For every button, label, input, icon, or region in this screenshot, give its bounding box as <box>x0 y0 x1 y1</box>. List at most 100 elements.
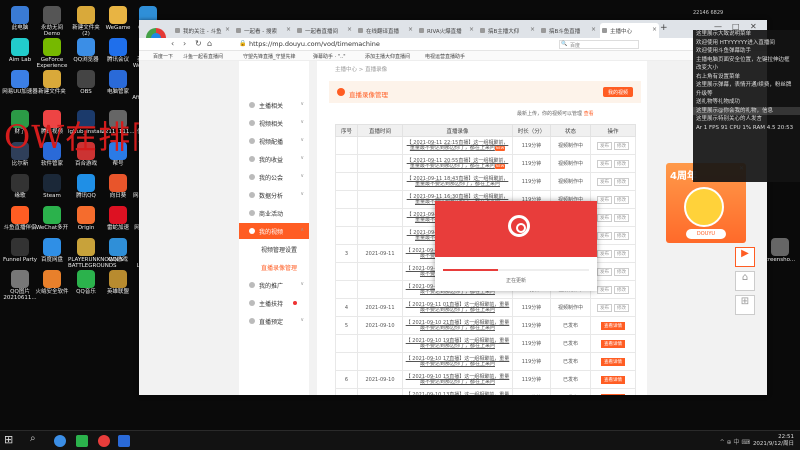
browser-tab[interactable]: RIVA火爆直播 × <box>417 23 476 38</box>
row-action-button[interactable]: 查看详情 <box>601 393 625 395</box>
browser-tab[interactable]: 搞B主播大仰 × <box>478 23 537 38</box>
search-icon[interactable]: ⌕ <box>30 433 42 445</box>
row-action-button[interactable]: 发布 <box>597 177 612 186</box>
row-action-button[interactable]: 查看详情 <box>601 357 625 366</box>
ad-button[interactable]: DOUYU <box>686 229 726 239</box>
vod-title-link[interactable]: 【 2021-09-11 20:55直播】这一组相聚前，重量最不要达到那边你了，… <box>407 158 509 169</box>
sidebar-item[interactable]: 直播录像管理 <box>239 259 309 275</box>
play-float-icon[interactable]: ▶ <box>735 247 755 267</box>
info-link[interactable]: 查看 <box>584 111 594 117</box>
forward-icon[interactable]: › <box>183 39 186 48</box>
vod-title-link[interactable]: 【 2021-09-10 17直播】这一组相聚前，重量最不要达到那边你了，都在上… <box>406 356 510 367</box>
sidebar-item[interactable]: 直播预定 ∨ <box>239 313 309 329</box>
search-box[interactable]: 百度 <box>559 40 639 49</box>
row-action-button[interactable]: 修改 <box>614 195 629 204</box>
row-action-button[interactable]: 查看详情 <box>601 375 625 384</box>
bookmark-item[interactable]: 弹幕助手 · ".." <box>313 53 346 60</box>
desktop-icon[interactable]: QQ图片20210611... <box>2 270 38 301</box>
tab-close-icon[interactable]: × <box>530 26 535 33</box>
url-field[interactable]: https://mp.douyu.com/vod/timemachine <box>249 40 380 48</box>
desktop-icon[interactable]: 缘歌 <box>2 174 38 199</box>
browser-tab[interactable]: 一起看 - 搜索 × <box>234 23 293 38</box>
desktop-icon[interactable]: Funnel Party <box>2 238 38 263</box>
row-action-button[interactable]: 修改 <box>614 303 629 312</box>
vod-title-link[interactable]: 【 2021-09-10 15直播】这一组相聚前，重量最不要达到那边你了，都在上… <box>406 374 510 385</box>
desktop-icon[interactable]: 斗鱼直播伴侣 <box>2 206 38 231</box>
desktop-icon[interactable]: 永劫无间 Demo <box>34 6 70 37</box>
tab-close-icon[interactable]: × <box>286 26 291 33</box>
row-action-button[interactable]: 发布 <box>597 249 612 258</box>
vod-title-link[interactable]: 【 2021-09-11 01直播】这一组相聚前，重量最不要达到那边你了，都在上… <box>406 302 510 313</box>
row-action-button[interactable]: 修改 <box>614 141 629 150</box>
windows-start-icon[interactable]: ⊞ <box>4 433 18 446</box>
tab-close-icon[interactable]: × <box>347 26 352 33</box>
row-action-button[interactable]: 修改 <box>614 267 629 276</box>
desktop-icon[interactable]: WeChat多开 <box>34 206 70 231</box>
tab-close-icon[interactable]: × <box>469 26 474 33</box>
row-action-button[interactable]: 修改 <box>614 177 629 186</box>
desktop-icon[interactable]: QQ音乐 <box>68 270 104 295</box>
sidebar-item[interactable]: 视频管理设置 <box>239 241 309 257</box>
row-action-button[interactable]: 发布 <box>597 267 612 276</box>
desktop-icon[interactable]: Aim Lab <box>2 38 38 63</box>
row-action-button[interactable]: 发布 <box>597 285 612 294</box>
desktop-icon[interactable]: 火绒安全软件 <box>34 270 70 295</box>
row-action-button[interactable]: 修改 <box>614 213 629 222</box>
sidebar-item[interactable]: 主播扶持 <box>239 295 309 311</box>
sidebar-item[interactable]: 视频相关 ∨ <box>239 115 309 131</box>
sidebar-item[interactable]: 我的推广 ∨ <box>239 277 309 293</box>
desktop-icon[interactable]: 新建文件夹 <box>34 70 70 95</box>
browser-tab[interactable]: 我的关注 - 斗鱼 × <box>173 23 232 38</box>
row-action-button[interactable]: 发布 <box>597 159 612 168</box>
desktop-icon[interactable]: Steam <box>34 174 70 199</box>
row-action-button[interactable]: 查看详情 <box>601 339 625 348</box>
row-action-button[interactable]: 发布 <box>597 195 612 204</box>
new-tab-button[interactable]: + <box>660 23 668 33</box>
home-icon[interactable]: ⌂ <box>207 39 212 48</box>
desktop-icon[interactable]: creensho... <box>762 238 798 263</box>
app-taskbar-icon[interactable] <box>118 435 130 447</box>
vod-title-link[interactable]: 【 2021-09-11 22:15直播】这一组相聚前，重量最不要达到那边你了，… <box>407 140 509 151</box>
sidebar-item[interactable]: 主播相关 ∨ <box>239 97 309 113</box>
row-action-button[interactable]: 查看详情 <box>601 321 625 330</box>
bookmark-item[interactable]: 斗鱼一起看直播间 <box>183 53 223 60</box>
browser-tab[interactable]: 主播中心 × <box>600 23 659 38</box>
browser-tab[interactable]: 搞B斗鱼直播 × <box>539 23 598 38</box>
wechat-taskbar-icon[interactable] <box>76 435 88 447</box>
desktop-icon[interactable]: 百度网盘 <box>34 238 70 263</box>
desktop-icon[interactable]: GeForce Experience <box>34 38 70 69</box>
sidebar-item[interactable]: 我的收益 ∨ <box>239 151 309 167</box>
back-icon[interactable]: ‹ <box>171 39 174 48</box>
browser-tab[interactable]: 一起看直播间 × <box>295 23 354 38</box>
desktop-icon[interactable]: OBS <box>68 70 104 95</box>
desktop-icon[interactable]: PLAYERUNKNOWN'S BATTLEGROUNDS <box>68 238 123 269</box>
system-tray[interactable]: ^ ⊕ 中 ⌨ <box>720 437 750 446</box>
tab-close-icon[interactable]: × <box>408 26 413 33</box>
bookmark-item[interactable]: 电视运营直播助手 <box>425 53 465 60</box>
row-action-button[interactable]: 发布 <box>597 303 612 312</box>
bookmark-item[interactable]: 守望先锋直播_守望先锋 <box>243 53 296 60</box>
netease-music-taskbar-icon[interactable] <box>98 435 110 447</box>
grid-float-icon[interactable]: ⊞ <box>735 295 755 315</box>
bookmark-item[interactable]: 百度一下 <box>153 53 173 60</box>
row-action-button[interactable]: 发布 <box>597 231 612 240</box>
sidebar-item[interactable]: 视频配播 ∨ <box>239 133 309 149</box>
tab-close-icon[interactable]: × <box>225 26 230 33</box>
refresh-icon[interactable]: ↻ <box>195 39 202 48</box>
vod-title-link[interactable]: 【 2021-09-11 18:43直播】这一组相聚前，重量最不要达到那边你了，… <box>407 176 509 187</box>
clock[interactable]: 22:51 2021/9/12/周日 <box>753 434 794 448</box>
desktop-icon[interactable]: 腾讯QQ <box>68 174 104 199</box>
row-action-button[interactable]: 修改 <box>614 249 629 258</box>
bookmark-item[interactable]: 添加主播大仰直播间 <box>365 53 410 60</box>
sidebar-item[interactable]: 商业活动 <box>239 205 309 221</box>
tab-close-icon[interactable]: × <box>591 26 596 33</box>
desktop-icon[interactable]: 新建文件夹 (2) <box>68 6 104 37</box>
tab-close-icon[interactable]: × <box>652 26 657 33</box>
row-action-button[interactable]: 修改 <box>614 285 629 294</box>
browser-tab[interactable]: 在线翻译直播 × <box>356 23 415 38</box>
vod-title-link[interactable]: 【 2021-09-10 13直播】这一组相聚前，重量最不要达到那边你了，都在上… <box>406 392 510 395</box>
home-float-icon[interactable]: ⌂ <box>735 271 755 291</box>
row-action-button[interactable]: 发布 <box>597 213 612 222</box>
desktop-icon[interactable]: Origin <box>68 206 104 231</box>
sidebar-item[interactable]: 数据分析 ∨ <box>239 187 309 203</box>
